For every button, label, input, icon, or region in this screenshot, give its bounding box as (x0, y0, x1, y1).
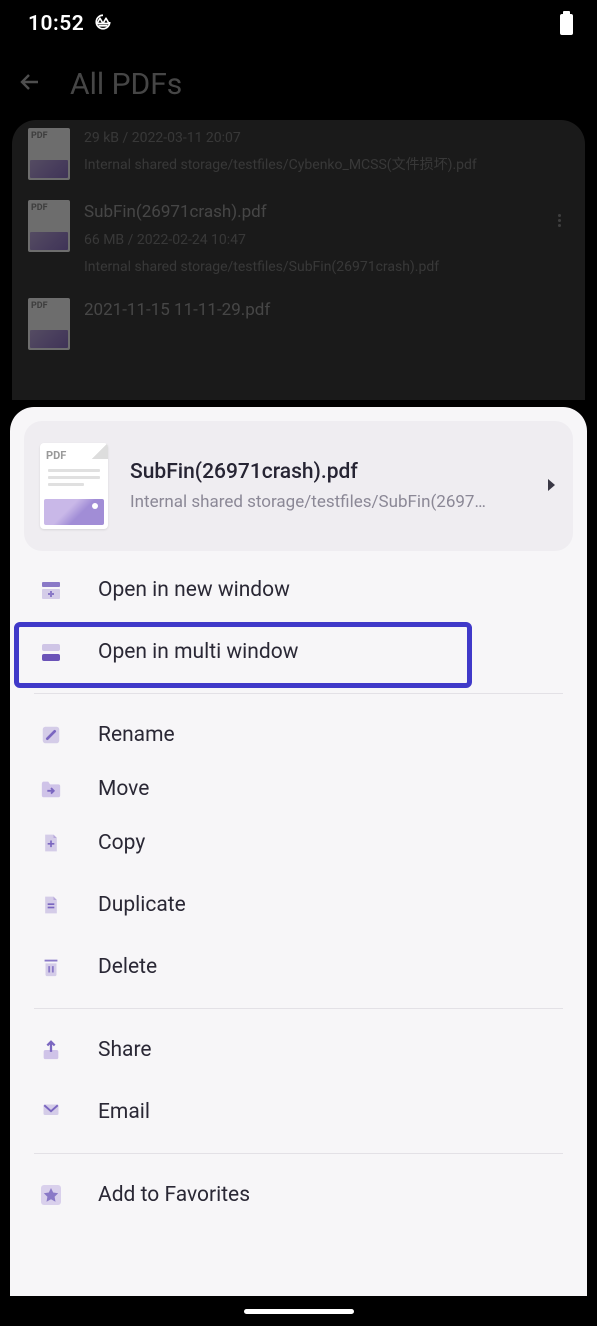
status-time: 10:52 (28, 12, 84, 36)
menu-duplicate[interactable]: Duplicate (10, 874, 587, 936)
gesture-nav-bar (0, 1296, 597, 1326)
sheet-filename: SubFin(26971crash).pdf (130, 460, 525, 484)
menu-add-favorites[interactable]: Add to Favorites (10, 1164, 587, 1226)
multi-window-icon (38, 639, 64, 665)
move-icon (38, 776, 64, 802)
divider (34, 1153, 563, 1154)
sync-icon (94, 13, 112, 35)
share-icon (38, 1037, 64, 1063)
copy-icon (38, 830, 64, 856)
menu-email[interactable]: Email (10, 1081, 587, 1143)
menu-label: Add to Favorites (98, 1183, 250, 1207)
menu-open-new-window[interactable]: Open in new window (10, 559, 587, 621)
battery-icon (560, 14, 573, 35)
menu-open-multi-window[interactable]: Open in multi window (10, 621, 587, 683)
home-indicator[interactable] (244, 1309, 354, 1314)
menu-label: Open in multi window (98, 640, 298, 664)
chevron-right-icon (547, 477, 557, 496)
menu-move[interactable]: Move (10, 766, 587, 812)
menu-label: Open in new window (98, 578, 290, 602)
menu-label: Rename (98, 723, 175, 747)
menu-label: Duplicate (98, 893, 186, 917)
star-icon (38, 1182, 64, 1208)
duplicate-icon (38, 892, 64, 918)
menu-label: Email (98, 1100, 150, 1124)
action-sheet: PDF SubFin(26971crash).pdf Internal shar… (10, 407, 587, 1296)
sheet-file-header[interactable]: PDF SubFin(26971crash).pdf Internal shar… (24, 421, 573, 551)
rename-icon (38, 722, 64, 748)
sheet-filepath: Internal shared storage/testfiles/SubFin… (130, 492, 525, 512)
menu-label: Delete (98, 955, 157, 979)
menu-share[interactable]: Share (10, 1019, 587, 1081)
menu-label: Share (98, 1038, 152, 1062)
divider (34, 693, 563, 694)
menu-copy[interactable]: Copy (10, 812, 587, 874)
new-window-icon (38, 577, 64, 603)
status-bar: 10:52 (0, 0, 597, 48)
menu-label: Move (98, 777, 149, 801)
menu-label: Copy (98, 831, 145, 855)
email-icon (38, 1099, 64, 1125)
delete-icon (38, 954, 64, 980)
pdf-thumbnail-icon: PDF (40, 443, 108, 529)
divider (34, 1008, 563, 1009)
menu-rename[interactable]: Rename (10, 704, 587, 766)
menu-delete[interactable]: Delete (10, 936, 587, 998)
